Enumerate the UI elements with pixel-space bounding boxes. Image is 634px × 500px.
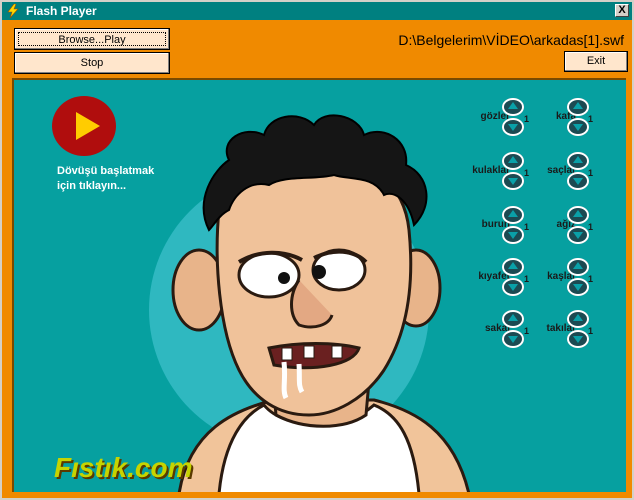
stepper-kulaklar — [502, 152, 526, 196]
fistik-logo: Fıstık.com — [54, 452, 193, 483]
down-arrow-icon[interactable] — [567, 118, 589, 136]
down-arrow-icon[interactable] — [567, 278, 589, 296]
window-title: Flash Player — [26, 4, 97, 18]
stepper-burun — [502, 206, 526, 250]
up-arrow-icon[interactable] — [502, 152, 524, 170]
up-arrow-icon[interactable] — [567, 258, 589, 276]
down-arrow-icon[interactable] — [502, 226, 524, 244]
up-arrow-icon[interactable] — [502, 98, 524, 116]
down-arrow-icon[interactable] — [502, 330, 524, 348]
down-arrow-icon[interactable] — [567, 226, 589, 244]
stepper-sakal — [502, 310, 526, 354]
up-arrow-icon[interactable] — [502, 206, 524, 224]
title-bar: Flash Player X — [2, 2, 632, 20]
exit-button[interactable]: Exit — [564, 51, 628, 72]
up-arrow-icon[interactable] — [502, 258, 524, 276]
start-instruction: Dövüşü başlatmak için tıklayın... — [57, 165, 155, 192]
up-arrow-icon[interactable] — [567, 206, 589, 224]
play-button[interactable] — [52, 96, 116, 156]
control-value-burun: 1 — [524, 222, 530, 232]
up-arrow-icon[interactable] — [567, 152, 589, 170]
stepper-gozler — [502, 98, 526, 142]
up-arrow-icon[interactable] — [502, 310, 524, 328]
control-value-gozler: 1 — [524, 114, 530, 124]
control-value-kiyafet: 1 — [524, 274, 530, 284]
browse-play-label: Browse...Play — [18, 32, 166, 46]
control-value-kafa: 1 — [588, 114, 594, 124]
control-value-kulaklar: 1 — [524, 168, 530, 178]
down-arrow-icon[interactable] — [502, 278, 524, 296]
close-button[interactable]: X — [615, 4, 629, 17]
up-arrow-icon[interactable] — [567, 310, 589, 328]
control-value-kaslar: 1 — [588, 274, 594, 284]
stop-button[interactable]: Stop — [14, 52, 170, 74]
flash-player-window: Flash Player X Browse...Play Stop D:\Bel… — [0, 0, 634, 500]
up-arrow-icon[interactable] — [567, 98, 589, 116]
control-value-agiz: 1 — [588, 222, 594, 232]
flash-stage[interactable]: Dövüşü başlatmak için tıklayın... gözler… — [12, 78, 626, 492]
control-value-saclar: 1 — [588, 168, 594, 178]
down-arrow-icon[interactable] — [502, 172, 524, 190]
flash-icon — [7, 4, 19, 18]
down-arrow-icon[interactable] — [567, 330, 589, 348]
play-icon — [76, 112, 100, 140]
browse-play-button[interactable]: Browse...Play — [14, 28, 170, 50]
control-value-takilar: 1 — [588, 326, 594, 336]
control-value-sakal: 1 — [524, 326, 530, 336]
down-arrow-icon[interactable] — [567, 172, 589, 190]
down-arrow-icon[interactable] — [502, 118, 524, 136]
file-path: D:\Belgelerim\VİDEO\arkadas[1].swf — [398, 32, 624, 48]
stepper-kiyafet — [502, 258, 526, 302]
